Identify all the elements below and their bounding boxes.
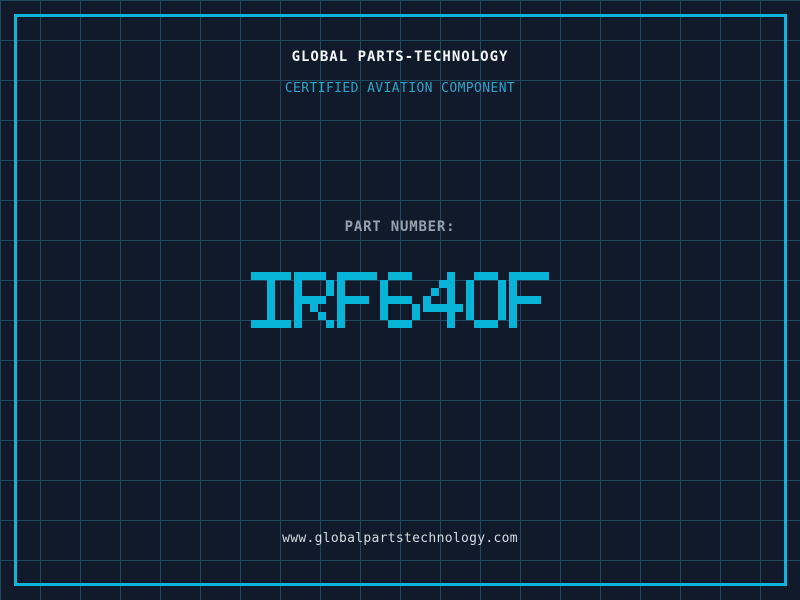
blueprint-card: GLOBAL PARTS-TECHNOLOGY CERTIFIED AVIATI… <box>0 0 800 600</box>
part-number-display <box>0 272 800 328</box>
part-number-label: PART NUMBER: <box>344 219 456 235</box>
website-url: www.globalpartstechnology.com <box>282 531 518 546</box>
company-title: GLOBAL PARTS-TECHNOLOGY <box>291 49 509 65</box>
certification-subtitle: CERTIFIED AVIATION COMPONENT <box>284 81 516 96</box>
